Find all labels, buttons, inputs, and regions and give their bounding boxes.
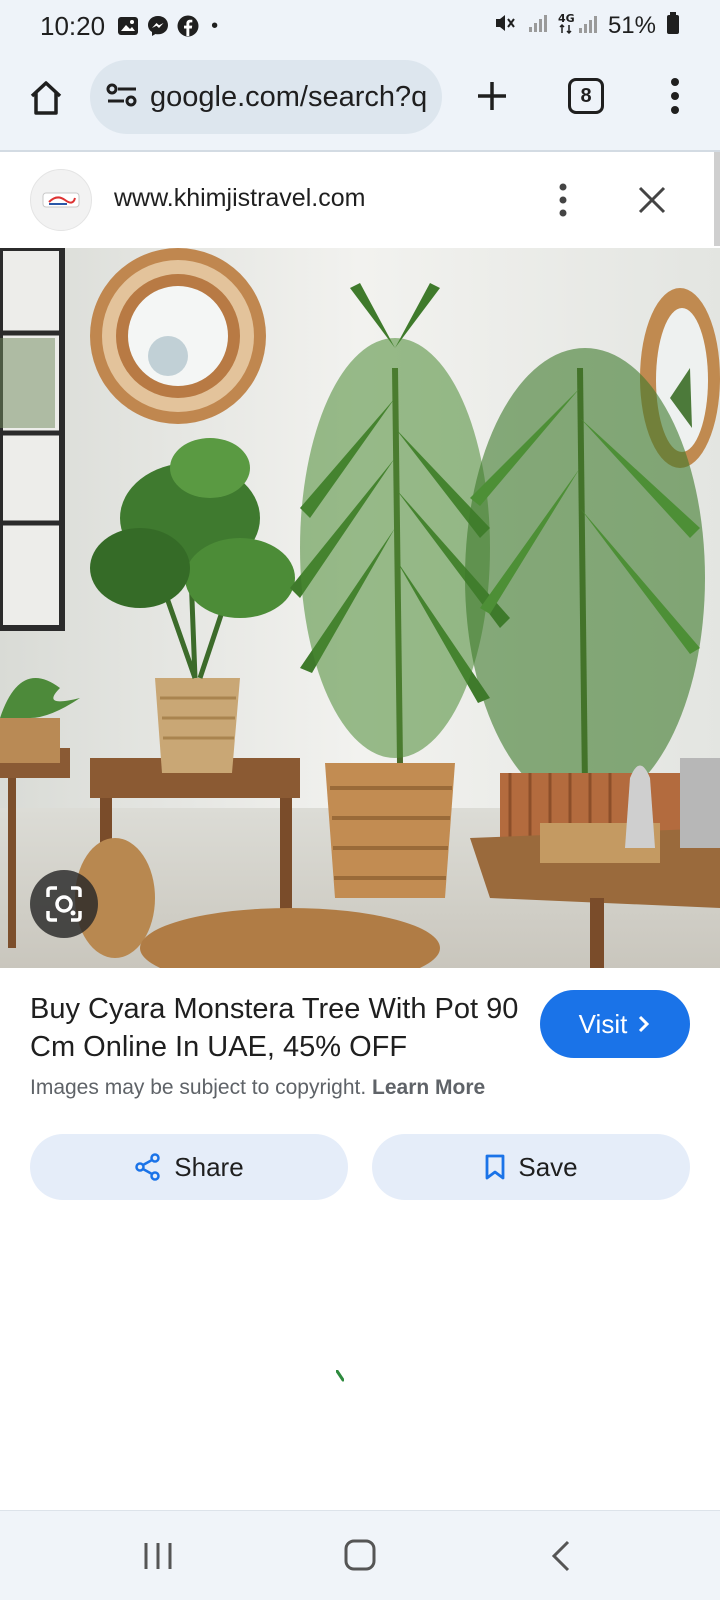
share-icon xyxy=(135,1153,161,1181)
google-lens-button[interactable] xyxy=(30,870,98,938)
save-button[interactable]: Save xyxy=(372,1134,690,1200)
site-favicon xyxy=(30,169,92,231)
status-bar: 10:20 • 4G 51% xyxy=(0,0,720,52)
system-home-button[interactable] xyxy=(344,1539,376,1571)
battery-level: 51% xyxy=(607,12,656,39)
signal-4g-icon: 4G xyxy=(558,11,598,42)
facebook-icon xyxy=(177,15,199,37)
messenger-icon xyxy=(147,15,169,37)
visit-label: Visit xyxy=(578,1008,628,1039)
copyright-text: Images may be subject to copyright. xyxy=(30,1076,367,1099)
recents-button[interactable] xyxy=(142,1541,174,1571)
recents-icon xyxy=(144,1543,172,1569)
notification-icons: • xyxy=(117,15,218,38)
share-button[interactable]: Share xyxy=(30,1134,348,1200)
lens-icon xyxy=(46,886,82,922)
scrollbar[interactable] xyxy=(714,152,720,246)
mute-icon xyxy=(494,12,518,41)
browser-menu-button[interactable] xyxy=(660,74,690,118)
url-bar[interactable]: google.com/search?q xyxy=(90,60,442,134)
learn-more-link[interactable]: Learn More xyxy=(372,1076,485,1099)
browser-toolbar: google.com/search?q 8 xyxy=(0,52,720,150)
status-time: 10:20 xyxy=(40,10,106,41)
close-icon xyxy=(638,186,666,214)
bookmark-icon xyxy=(485,1154,505,1180)
copyright-notice: Images may be subject to copyright. Lear… xyxy=(30,1076,485,1100)
chevron-right-icon xyxy=(639,1015,650,1033)
notification-dot: • xyxy=(211,14,219,37)
source-more-button[interactable] xyxy=(548,182,578,218)
more-vert-icon xyxy=(559,183,567,217)
share-label: Share xyxy=(174,1151,244,1182)
battery-icon xyxy=(666,11,680,42)
result-title: Buy Cyara Monstera Tree With Pot 90 Cm O… xyxy=(30,993,519,1063)
gallery-icon xyxy=(117,15,139,37)
close-button[interactable] xyxy=(636,184,668,216)
save-label: Save xyxy=(518,1151,578,1182)
home-button[interactable] xyxy=(26,78,66,118)
home-icon xyxy=(30,81,62,115)
status-right: 4G 51% xyxy=(494,11,680,42)
source-header: www.khimjistravel.com xyxy=(0,152,714,248)
signal-icon xyxy=(528,12,548,41)
plus-icon xyxy=(478,82,506,110)
back-button[interactable] xyxy=(550,1539,572,1573)
result-image[interactable] xyxy=(0,248,720,968)
loading-spinner xyxy=(335,1369,345,1382)
site-settings-icon[interactable] xyxy=(106,81,138,114)
source-domain[interactable]: www.khimjistravel.com xyxy=(114,184,365,213)
tab-switcher-button[interactable]: 8 xyxy=(568,78,604,114)
plants-illustration xyxy=(0,248,720,968)
new-tab-button[interactable] xyxy=(472,76,512,116)
home-square-icon xyxy=(344,1539,376,1571)
more-vert-icon xyxy=(671,78,679,114)
visit-button[interactable]: Visit xyxy=(540,990,690,1058)
tab-count: 8 xyxy=(580,84,592,107)
svg-text:4G: 4G xyxy=(558,12,575,25)
url-text: google.com/search?q xyxy=(150,80,428,113)
system-nav-bar xyxy=(0,1510,720,1600)
back-icon xyxy=(551,1540,570,1572)
